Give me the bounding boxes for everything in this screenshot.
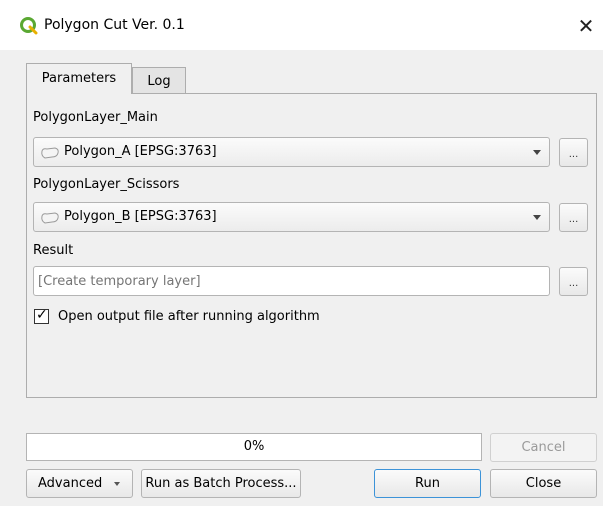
polygon-layer-icon [41,147,59,159]
progress-bar: 0% [26,433,482,461]
main-layer-options-button[interactable]: ... [559,138,588,167]
polygon-layer-icon [41,212,59,224]
checkmark-icon: ✓ [36,307,48,323]
result-options-button[interactable]: ... [559,267,588,296]
main-layer-value: Polygon_A [EPSG:3763] [64,144,217,159]
window-title: Polygon Cut Ver. 0.1 [44,17,185,33]
scissors-layer-options-button[interactable]: ... [559,203,588,232]
scissors-layer-label: PolygonLayer_Scissors [33,177,180,192]
qgis-logo-icon [20,17,38,35]
main-layer-combobox[interactable]: Polygon_A [EPSG:3763] [33,137,550,167]
tab-parameters[interactable]: Parameters [26,63,132,94]
close-icon[interactable]: ✕ [573,11,599,41]
main-layer-label: PolygonLayer_Main [33,110,158,125]
title-bar: Polygon Cut Ver. 0.1 ✕ [0,0,603,50]
advanced-button-label: Advanced [38,476,103,491]
progress-text: 0% [243,439,265,454]
tab-log[interactable]: Log [132,67,186,94]
advanced-button[interactable]: Advanced [26,469,133,498]
scissors-layer-combobox[interactable]: Polygon_B [EPSG:3763] [33,202,550,232]
result-input[interactable] [33,266,550,296]
chevron-down-icon [114,481,121,486]
scissors-layer-value: Polygon_B [EPSG:3763] [64,209,217,224]
close-button[interactable]: Close [490,469,597,498]
open-output-label[interactable]: Open output file after running algorithm [58,309,320,324]
cancel-button[interactable]: Cancel [490,433,597,462]
run-batch-button[interactable]: Run as Batch Process... [141,469,301,498]
result-label: Result [33,243,74,258]
open-output-checkbox[interactable]: ✓ [34,307,49,324]
run-button[interactable]: Run [374,469,481,498]
chevron-down-icon [533,215,541,220]
chevron-down-icon [533,150,541,155]
